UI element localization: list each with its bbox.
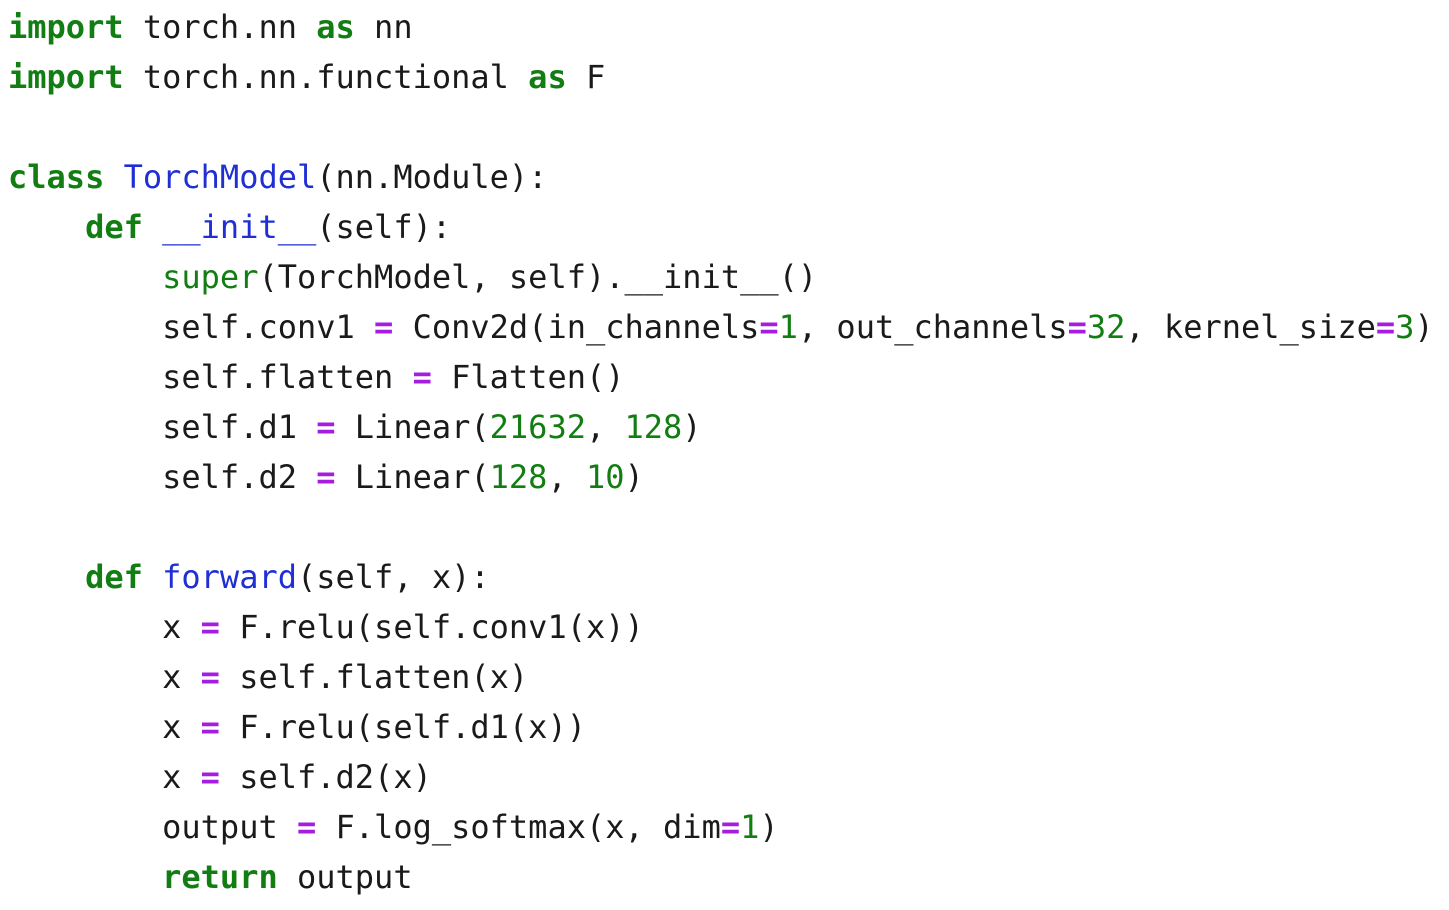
code-token-text: (self): (316, 208, 452, 246)
code-token-number: 32 (1086, 308, 1126, 346)
code-token-text: ) (624, 458, 644, 496)
code-line: x = F.relu(self.conv1(x)) (0, 602, 1449, 652)
code-token-text: self.d1 (8, 408, 317, 446)
code-line: import torch.nn as nn (0, 2, 1449, 52)
code-token-text: self.flatten (8, 358, 413, 396)
code-token-text: output (8, 808, 297, 846)
code-token-text: x (8, 708, 201, 746)
code-token-operator: = (1067, 308, 1087, 346)
code-line: super(TorchModel, self).__init__() (0, 252, 1449, 302)
code-line: import torch.nn.functional as F (0, 52, 1449, 102)
code-token-keyword: def (85, 558, 143, 596)
code-token-number: 1 (740, 808, 760, 846)
code-line: def __init__(self): (0, 202, 1449, 252)
code-token-keyword: import (8, 8, 124, 46)
code-token-operator: = (200, 608, 220, 646)
code-token-operator: = (200, 708, 220, 746)
code-token-text: self.d2(x) (219, 758, 432, 796)
code-token-number: 10 (585, 458, 625, 496)
code-token-text: x (8, 608, 201, 646)
code-line: class TorchModel(nn.Module): (0, 152, 1449, 202)
code-token-def-name: forward (162, 558, 297, 596)
code-token-number: 1 (778, 308, 798, 346)
code-token-operator: = (200, 758, 220, 796)
code-line: def forward(self, x): (0, 552, 1449, 602)
code-token-keyword: import (8, 58, 124, 96)
code-token-text: torch.nn.functional (123, 58, 529, 96)
code-token-text: x (8, 758, 201, 796)
code-token-text: x (8, 658, 201, 696)
code-token-operator: = (374, 308, 394, 346)
code-token-number: 21632 (489, 408, 586, 446)
code-token-keyword: def (85, 208, 143, 246)
code-token-text: , out_channels (797, 308, 1068, 346)
code-token-operator: = (759, 308, 779, 346)
code-line: self.d2 = Linear(128, 10) (0, 452, 1449, 502)
code-line: x = self.flatten(x) (0, 652, 1449, 702)
code-token-keyword: class (8, 158, 105, 196)
code-token-text: torch.nn (123, 8, 317, 46)
code-token-builtin: super (162, 258, 259, 296)
code-line: x = F.relu(self.d1(x)) (0, 702, 1449, 752)
code-token-keyword: as (316, 8, 355, 46)
code-token-number: 128 (489, 458, 548, 496)
code-token-text: ) (759, 808, 779, 846)
code-token-operator: = (316, 458, 336, 496)
code-token-text: , kernel_size (1125, 308, 1376, 346)
code-token-text: self.conv1 (8, 308, 375, 346)
code-token-operator: = (720, 808, 741, 846)
code-line: return output (0, 852, 1449, 902)
code-token-text: self.d2 (8, 458, 317, 496)
code-line: self.conv1 = Conv2d(in_channels=1, out_c… (0, 302, 1449, 352)
code-token-operator: = (1375, 308, 1396, 346)
code-token-def-name: TorchModel (123, 158, 317, 196)
code-token-operator: = (296, 808, 317, 846)
code-token-text: , (585, 408, 625, 446)
code-token-text: output (277, 858, 413, 896)
code-token-keyword: return (162, 858, 278, 896)
code-token-def-name: __init__ (162, 208, 317, 246)
code-token-text: nn (354, 8, 413, 46)
code-token-text: Linear( (335, 458, 490, 496)
code-line: self.flatten = Flatten() (0, 352, 1449, 402)
code-token-text: Linear( (335, 408, 490, 446)
code-token-text: Conv2d(in_channels (393, 308, 760, 346)
code-token-number: 128 (624, 408, 683, 446)
code-line: self.d1 = Linear(21632, 128) (0, 402, 1449, 452)
code-token-text: (nn.Module): (316, 158, 548, 196)
code-token-text: , (547, 458, 586, 496)
code-token-text: ) (1414, 308, 1434, 346)
code-token-text: F.relu(self.conv1(x)) (219, 608, 644, 646)
code-token-text: (self, x): (296, 558, 490, 596)
code-line: x = self.d2(x) (0, 752, 1449, 802)
code-block: import torch.nn as nn import torch.nn.fun… (0, 0, 1449, 910)
code-token-number: 3 (1395, 308, 1415, 346)
code-token-text: (TorchModel, self).__init__() (258, 258, 818, 296)
code-token-operator: = (200, 658, 220, 696)
code-token-text: self.flatten(x) (219, 658, 529, 696)
code-token-text: F.relu(self.d1(x)) (219, 708, 586, 746)
code-token-operator: = (412, 358, 432, 396)
code-token-text: F (566, 58, 606, 96)
code-token-text: F.log_softmax(x, dim (316, 808, 721, 846)
code-token-text: Flatten() (431, 358, 625, 396)
code-line: output = F.log_softmax(x, dim=1) (0, 802, 1449, 852)
code-token-text: ) (682, 408, 702, 446)
code-token-operator: = (316, 408, 336, 446)
code-token-keyword: as (528, 58, 567, 96)
